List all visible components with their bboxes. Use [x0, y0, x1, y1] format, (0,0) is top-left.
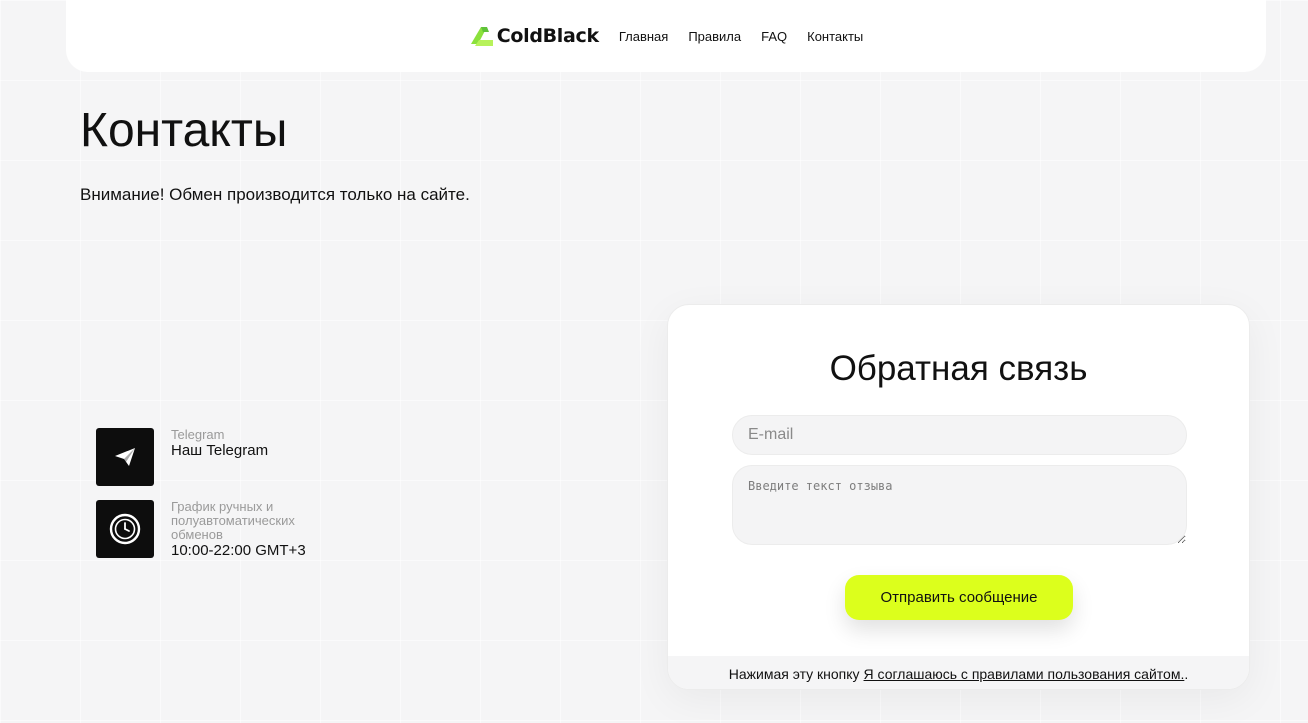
- logo[interactable]: ColdBlack: [469, 24, 599, 48]
- clock-icon-box: [96, 500, 154, 558]
- terms-suffix: .: [1184, 665, 1189, 682]
- terms-footer: Нажимая эту кнопку Я соглашаюсь с правил…: [668, 656, 1249, 689]
- logo-icon: [470, 27, 493, 46]
- page-title: Контакты: [80, 104, 288, 157]
- contact-telegram-label: Telegram: [171, 427, 225, 442]
- feedback-form-card: Обратная связь Отправить сообщение Нажим…: [667, 304, 1250, 690]
- contact-schedule-label: График ручных и полуавтоматических обмен…: [171, 499, 295, 542]
- contact-telegram-info: Telegram Наш Telegram: [171, 428, 268, 486]
- feedback-title: Обратная связь: [829, 349, 1088, 388]
- send-message-button[interactable]: Отправить сообщение: [845, 575, 1073, 620]
- contact-schedule-value: 10:00-22:00 GMT+3: [171, 542, 306, 559]
- nav-home[interactable]: Главная: [619, 29, 668, 44]
- exchange-notice: Внимание! Обмен производится только на с…: [80, 185, 470, 204]
- clock-icon: [109, 513, 141, 545]
- nav-contacts[interactable]: Контакты: [807, 29, 863, 44]
- terms-prefix: Нажимая эту кнопку: [728, 665, 860, 682]
- message-textarea[interactable]: [732, 465, 1187, 545]
- nav-rules[interactable]: Правила: [688, 29, 741, 44]
- main-nav: Главная Правила FAQ Контакты: [619, 29, 863, 44]
- logo-text: ColdBlack: [496, 25, 599, 47]
- contact-telegram[interactable]: Telegram Наш Telegram: [96, 428, 268, 486]
- contact-schedule: График ручных и полуавтоматических обмен…: [96, 500, 321, 559]
- email-input[interactable]: [732, 415, 1187, 455]
- contact-schedule-info: График ручных и полуавтоматических обмен…: [171, 499, 321, 560]
- contact-telegram-value[interactable]: Наш Telegram: [171, 442, 268, 459]
- nav-faq[interactable]: FAQ: [761, 29, 787, 44]
- terms-link[interactable]: Я соглашаюсь с правилами пользования сай…: [864, 666, 1185, 682]
- site-header: ColdBlack Главная Правила FAQ Контакты: [66, 0, 1266, 72]
- telegram-icon-box: [96, 428, 154, 486]
- telegram-icon: [115, 448, 135, 466]
